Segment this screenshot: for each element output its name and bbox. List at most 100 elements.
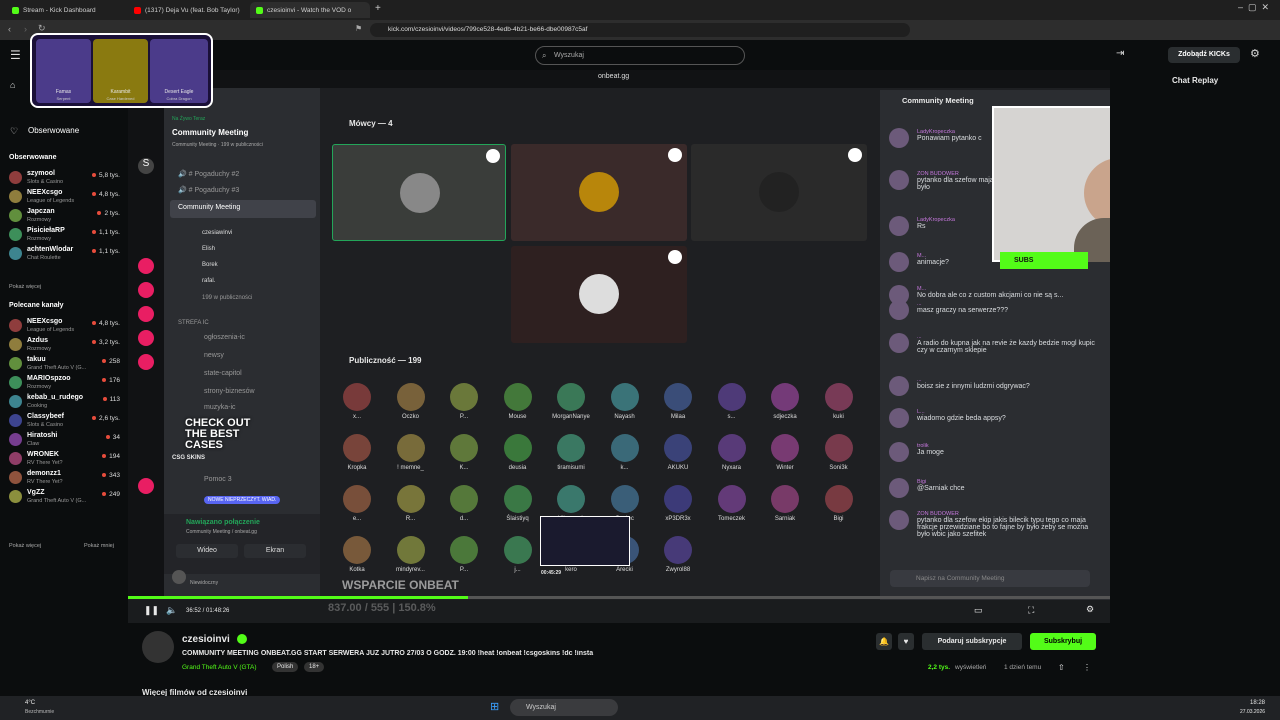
show-less-button[interactable]: Pokaż mniej xyxy=(84,543,114,549)
windows-icon[interactable]: ⊞ xyxy=(490,700,499,713)
followed-nav-label[interactable]: Obserwowane xyxy=(28,126,79,135)
fullscreen-icon[interactable]: ⛶ xyxy=(1028,605,1034,616)
settings-icon[interactable]: ⚙ xyxy=(1086,604,1094,615)
audience-member[interactable]: R... xyxy=(386,485,436,522)
avatar[interactable] xyxy=(889,300,909,320)
avatar[interactable] xyxy=(889,252,909,272)
pause-icon[interactable]: ❚❚ xyxy=(144,605,159,616)
audience-member[interactable]: Bigi xyxy=(814,485,864,522)
audience-member[interactable]: Nyxara xyxy=(707,434,757,471)
avatar[interactable] xyxy=(889,510,909,530)
language-tag[interactable]: Polish xyxy=(272,662,299,672)
category-header[interactable]: STREFA IC xyxy=(178,320,209,326)
audience-member[interactable]: s... xyxy=(707,383,757,420)
audience-member[interactable]: mindyrev... xyxy=(386,536,436,573)
audience-member[interactable]: ! memne_ xyxy=(386,434,436,471)
screen-share-button[interactable]: Ekran xyxy=(244,544,306,558)
audience-member[interactable]: Kropka xyxy=(332,434,382,471)
audience-member[interactable]: Milaa xyxy=(653,383,703,420)
audience-member[interactable]: Kotka xyxy=(332,536,382,573)
audience-member[interactable]: kuki xyxy=(814,383,864,420)
avatar[interactable] xyxy=(889,128,909,148)
channel-item[interactable]: WRONEK RV There Yet? 194 xyxy=(6,449,124,469)
audience-member[interactable]: Zwyrol88 xyxy=(653,536,703,573)
tab-vod[interactable]: czesioinvi - Watch the VOD o xyxy=(250,2,370,18)
stage-user[interactable]: Elish xyxy=(202,246,215,252)
weather-temp[interactable]: 4°C xyxy=(25,700,35,706)
channel-item[interactable]: NEEXcsgo League of Legends 4,8 tys. xyxy=(6,316,124,336)
url-field[interactable]: kick.com/czesioinvi/videos/799ce528-4edb… xyxy=(370,23,910,37)
channel-item[interactable]: demonzz1 RV There Yet? 343 xyxy=(6,468,124,488)
profile-icon[interactable]: ⚙ xyxy=(1250,47,1260,60)
bell-icon[interactable]: 🔔 xyxy=(876,633,892,650)
audience-member[interactable]: P... xyxy=(439,383,489,420)
speaker-tile[interactable] xyxy=(511,144,687,241)
avatar[interactable] xyxy=(889,333,909,353)
channel-item[interactable]: VgZZ Grand Theft Auto V (G... 249 xyxy=(6,487,124,507)
text-channel[interactable]: state-capitol xyxy=(204,370,242,377)
speaker-tile[interactable] xyxy=(691,144,867,241)
streamer-name[interactable]: czesioinvi xyxy=(182,634,230,645)
server-icon[interactable] xyxy=(138,330,154,346)
bookmark-icon[interactable]: ⚑ xyxy=(355,24,362,33)
gear-icon[interactable] xyxy=(668,250,682,264)
audience-member[interactable]: Soni3k xyxy=(814,434,864,471)
channel-item[interactable]: achtenWlodar Chat Roulette 1,1 tys. xyxy=(6,244,124,264)
heart-icon[interactable]: ♥ xyxy=(898,633,914,650)
audience-member[interactable]: e... xyxy=(332,485,382,522)
channel-item[interactable]: MARIOspzoo Rozmowy 176 xyxy=(6,373,124,393)
server-icon[interactable] xyxy=(138,258,154,274)
audience-member[interactable]: sdjeczka xyxy=(760,383,810,420)
kicks-button[interactable]: Zdobądź KICKs xyxy=(1168,47,1240,63)
audience-member[interactable]: d... xyxy=(439,485,489,522)
server-icon[interactable]: S xyxy=(138,158,154,174)
audience-member[interactable]: x... xyxy=(332,383,382,420)
tab-kick-dashboard[interactable]: Stream - Kick Dashboard xyxy=(6,2,126,18)
live-event-title[interactable]: Community Meeting xyxy=(172,128,248,137)
stage-user[interactable]: rafal. xyxy=(202,278,215,284)
avatar[interactable] xyxy=(889,442,909,462)
gift-sub-button[interactable]: Podaruj subskrypcje xyxy=(922,633,1022,650)
new-tab-button[interactable]: + xyxy=(375,3,381,14)
window-controls[interactable]: – ▢ ✕ xyxy=(1238,2,1269,13)
show-more-followed[interactable]: Pokaż więcej xyxy=(9,284,41,290)
audience-member[interactable]: Sarniak xyxy=(760,485,810,522)
audience-member[interactable]: Winter xyxy=(760,434,810,471)
avatar[interactable] xyxy=(889,408,909,428)
text-channel[interactable]: strony-biznesów xyxy=(204,388,255,395)
server-icon[interactable] xyxy=(138,354,154,370)
video-button[interactable]: Wideo xyxy=(176,544,238,558)
audience-member[interactable]: tiramisumi xyxy=(546,434,596,471)
avatar[interactable] xyxy=(172,570,186,584)
home-icon[interactable]: ⌂ xyxy=(10,80,15,90)
category-link[interactable]: Grand Theft Auto V (GTA) xyxy=(182,664,257,671)
forward-icon[interactable]: › xyxy=(24,24,27,34)
audience-member[interactable]: Tomeczek xyxy=(707,485,757,522)
subscribe-button[interactable]: Subskrybuj xyxy=(1030,633,1096,650)
audience-member[interactable]: j... xyxy=(493,536,543,573)
audience-member[interactable]: Nayash xyxy=(600,383,650,420)
avatar[interactable] xyxy=(889,478,909,498)
channel-item[interactable]: Hiratoshi Claw 34 xyxy=(6,430,124,450)
speaker-tile[interactable] xyxy=(332,144,506,241)
audience-member[interactable]: MorganNanye xyxy=(546,383,596,420)
channel-item[interactable]: kebab_u_rudego Cooking 113 xyxy=(6,392,124,412)
gear-icon[interactable] xyxy=(486,149,500,163)
channel-item[interactable]: Classybeef Slots & Casino 2,6 tys. xyxy=(6,411,124,431)
audience-member[interactable]: P... xyxy=(439,536,489,573)
text-channel[interactable]: Pomoc 3 xyxy=(204,476,232,483)
audience-member[interactable]: AKUKU xyxy=(653,434,703,471)
channel-item[interactable]: takuu Grand Theft Auto V (G... 258 xyxy=(6,354,124,374)
avatar[interactable] xyxy=(889,376,909,396)
channel-item[interactable]: NEEXcsgo League of Legends 4,8 tys. xyxy=(6,187,124,207)
audience-member[interactable]: K... xyxy=(439,434,489,471)
server-icon[interactable] xyxy=(138,478,154,494)
speaker-tile[interactable] xyxy=(511,246,687,343)
show-more-button[interactable]: Pokaż więcej xyxy=(9,543,41,549)
text-channel[interactable]: newsy xyxy=(204,352,224,359)
voice-channel[interactable]: 🔊 # Pogaduchy #2 xyxy=(178,170,239,178)
gear-icon[interactable] xyxy=(668,148,682,162)
avatar[interactable] xyxy=(889,216,909,236)
age-tag[interactable]: 18+ xyxy=(304,662,325,672)
more-icon[interactable]: ⋮ xyxy=(1083,663,1091,672)
